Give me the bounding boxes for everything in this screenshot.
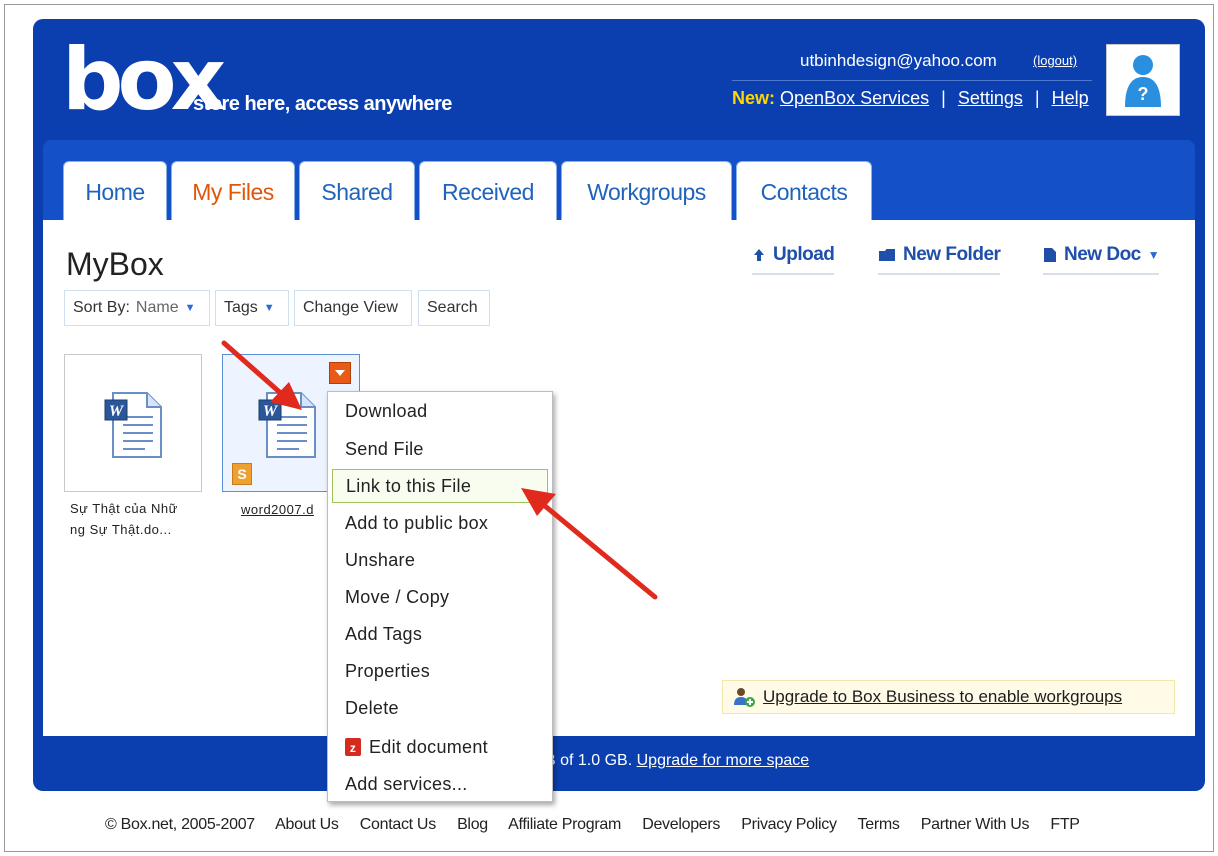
word-doc-icon: W (104, 392, 162, 458)
upload-button[interactable]: Upload (752, 237, 835, 275)
tab-contacts[interactable]: Contacts (736, 161, 872, 223)
svg-text:?: ? (1138, 84, 1149, 104)
storage-text: B of 1.0 GB. (545, 752, 633, 769)
new-label: New: (732, 88, 776, 108)
footer: © Box.net, 2005-2007 About Us Contact Us… (105, 816, 1097, 834)
page-title: MyBox (66, 246, 164, 282)
separator: | (941, 88, 946, 108)
avatar[interactable]: ? (1106, 44, 1180, 116)
menu-toggle-icon[interactable] (329, 362, 351, 384)
footer-link-partner[interactable]: Partner With Us (921, 816, 1030, 833)
tab-received[interactable]: Received (419, 161, 557, 223)
new-doc-button[interactable]: New Doc ▼ (1043, 237, 1160, 275)
separator: | (1034, 88, 1040, 108)
footer-link-privacy[interactable]: Privacy Policy (741, 816, 837, 833)
tab-workgroups[interactable]: Workgroups (561, 161, 732, 223)
file-context-menu: Download Send File Link to this File Add… (327, 391, 553, 802)
tab-my-files[interactable]: My Files (171, 161, 295, 223)
user-email: utbinhdesign@yahoo.com (800, 51, 997, 70)
chevron-down-icon: ▼ (1147, 248, 1160, 262)
menu-item-move-copy[interactable]: Move / Copy (332, 580, 548, 614)
file-name-line[interactable]: Sự Thật của Nhữ (70, 501, 178, 516)
menu-item-delete[interactable]: Delete (332, 691, 548, 725)
menu-item-add-tags[interactable]: Add Tags (332, 617, 548, 651)
upgrade-space-link[interactable]: Upgrade for more space (637, 752, 810, 769)
edit-document-label: Edit document (369, 736, 488, 757)
menu-item-properties[interactable]: Properties (332, 654, 548, 688)
user-icon: ? (1125, 55, 1161, 107)
svg-text:W: W (109, 403, 125, 420)
menu-item-add-services[interactable]: Add services... (332, 767, 548, 801)
svg-text:z: z (350, 741, 356, 755)
new-folder-button[interactable]: New Folder (878, 237, 1001, 275)
footer-link-about[interactable]: About Us (275, 816, 339, 833)
header-divider (732, 80, 1092, 81)
footer-link-developers[interactable]: Developers (642, 816, 720, 833)
svg-text:W: W (263, 403, 279, 420)
upgrade-link[interactable]: Upgrade to Box Business to enable workgr… (763, 687, 1122, 707)
file-name-line[interactable]: ng Sự Thật.do... (70, 522, 172, 537)
upload-label: Upload (773, 244, 835, 265)
chevron-down-icon: ▼ (263, 302, 275, 314)
menu-item-download[interactable]: Download (332, 394, 548, 428)
help-link[interactable]: Help (1052, 88, 1089, 108)
search-button[interactable]: Search (418, 290, 490, 326)
openbox-services-link[interactable]: OpenBox Services (780, 88, 929, 108)
footer-link-contact[interactable]: Contact Us (360, 816, 436, 833)
tags-label: Tags (224, 299, 258, 316)
workgroup-icon (734, 688, 755, 707)
doc-icon (1044, 248, 1056, 262)
folder-icon (879, 249, 895, 261)
chevron-down-icon: ▼ (184, 302, 196, 314)
storage-status: B of 1.0 GB. Upgrade for more space (545, 752, 809, 770)
tagline: store here, access anywhere (193, 93, 452, 115)
menu-item-link-to-file[interactable]: Link to this File (332, 469, 548, 503)
menu-item-send-file[interactable]: Send File (332, 432, 548, 466)
sort-by-dropdown[interactable]: Sort By: Name ▼ (64, 290, 210, 326)
share-icon: S (232, 463, 252, 485)
sort-by-label: Sort By: (73, 299, 130, 316)
menu-item-edit-document[interactable]: z Edit document (332, 730, 548, 764)
file-name[interactable]: word2007.d (241, 502, 314, 517)
settings-link[interactable]: Settings (958, 88, 1023, 108)
zoho-icon: z (345, 738, 361, 756)
tab-shared[interactable]: Shared (299, 161, 415, 223)
footer-copyright: © Box.net, 2005-2007 (105, 816, 255, 833)
menu-item-unshare[interactable]: Unshare (332, 543, 548, 577)
tab-home[interactable]: Home (63, 161, 167, 223)
header-links: New: OpenBox Services | Settings | Help (732, 88, 1089, 109)
file-thumbnail[interactable]: W (64, 354, 202, 492)
upgrade-notice[interactable]: Upgrade to Box Business to enable workgr… (722, 680, 1175, 714)
new-folder-label: New Folder (903, 244, 1001, 265)
new-doc-label: New Doc (1064, 244, 1141, 265)
footer-link-ftp[interactable]: FTP (1050, 816, 1080, 833)
upload-icon (754, 249, 764, 261)
sort-by-value: Name (135, 299, 179, 316)
footer-link-terms[interactable]: Terms (858, 816, 900, 833)
logout-link[interactable]: (logout) (1033, 53, 1077, 68)
footer-link-affiliate[interactable]: Affiliate Program (508, 816, 621, 833)
menu-item-add-public-box[interactable]: Add to public box (332, 506, 548, 540)
tags-dropdown[interactable]: Tags ▼ (215, 290, 289, 326)
footer-link-blog[interactable]: Blog (457, 816, 488, 833)
change-view-button[interactable]: Change View (294, 290, 412, 326)
